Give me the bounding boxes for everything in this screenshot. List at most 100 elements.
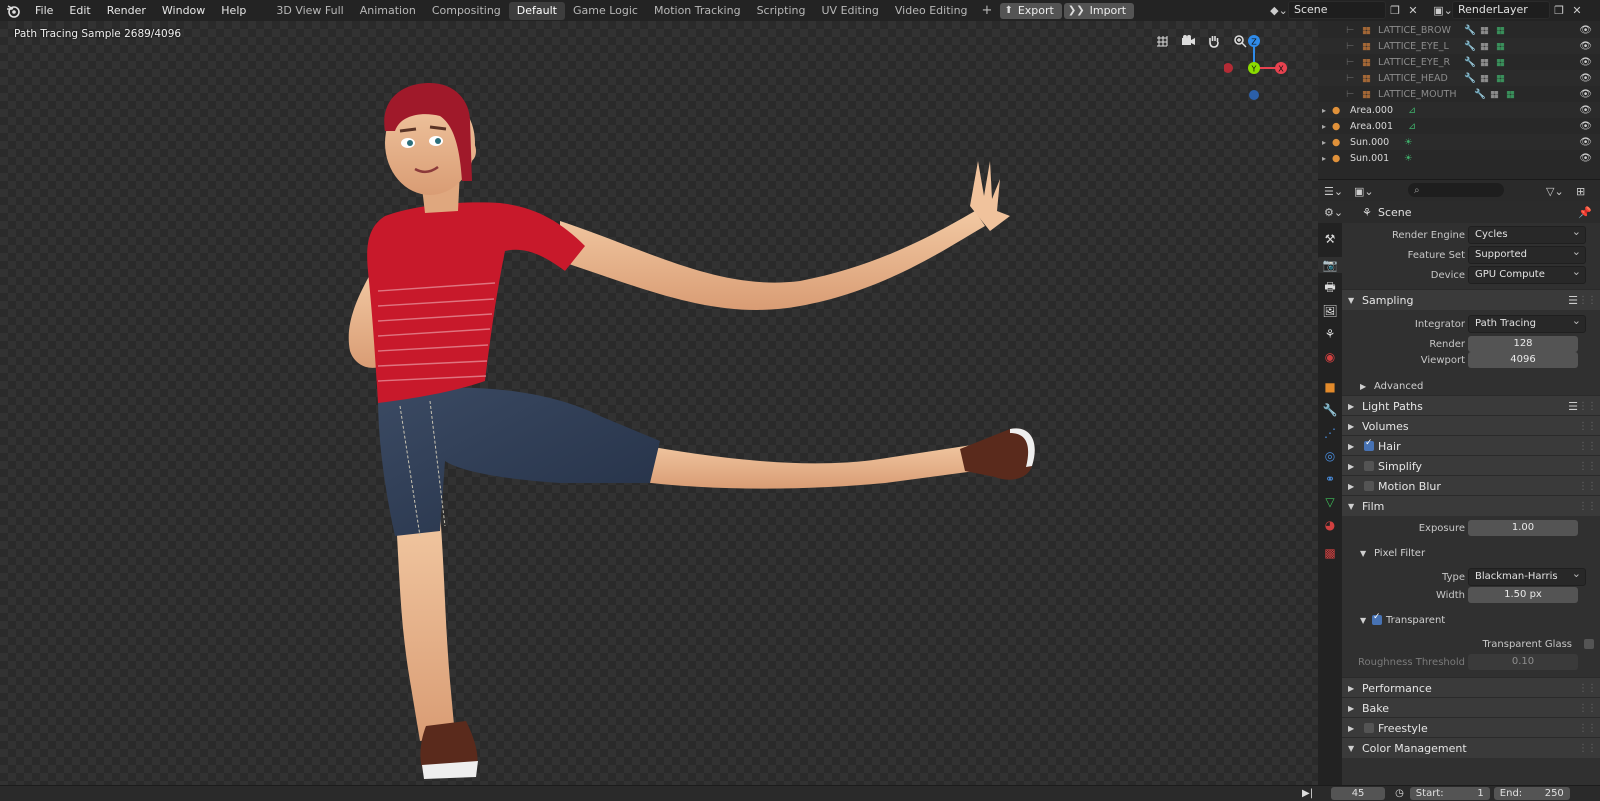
outliner-row[interactable]: ▸ ● Area.001 ⊿ 👁: [1318, 118, 1600, 134]
tab-constraints-icon[interactable]: ⚭: [1322, 471, 1338, 487]
simplify-panel-header[interactable]: ▶ Simplify ⋮⋮: [1342, 455, 1600, 476]
bake-panel-header[interactable]: ▶ Bake ⋮⋮: [1342, 697, 1600, 718]
visibility-eye-icon[interactable]: 👁: [1579, 121, 1592, 132]
tab-motion-tracking[interactable]: Motion Tracking: [646, 2, 749, 20]
freestyle-panel-header[interactable]: ▶ Freestyle ⋮⋮: [1342, 717, 1600, 738]
end-frame-field[interactable]: End: 250: [1493, 787, 1570, 800]
visibility-eye-icon[interactable]: 👁: [1579, 57, 1592, 68]
outliner-row[interactable]: ▸ ● Sun.001 ☀ 👁: [1318, 150, 1600, 166]
visibility-eye-icon[interactable]: 👁: [1579, 137, 1592, 148]
motion-blur-panel-header[interactable]: ▶ Motion Blur ⋮⋮: [1342, 475, 1600, 496]
outliner-row[interactable]: ⊢ ▦ LATTICE_MOUTH 🔧 ▦ ▦ 👁: [1318, 86, 1600, 102]
drag-grip-icon[interactable]: ⋮⋮: [1578, 461, 1597, 472]
tab-game-logic[interactable]: Game Logic: [565, 2, 646, 20]
tab-default[interactable]: Default: [508, 1, 565, 20]
add-workspace-button[interactable]: +: [976, 3, 999, 18]
outliner-row[interactable]: ⊢ ▦ LATTICE_HEAD 🔧 ▦ ▦ 👁: [1318, 70, 1600, 86]
editor-type-icon[interactable]: ☰⌄: [1324, 185, 1343, 198]
tab-tool-icon[interactable]: ⚒: [1322, 231, 1338, 247]
tab-object-icon[interactable]: ■: [1322, 379, 1338, 395]
current-frame-field[interactable]: 45: [1331, 787, 1386, 800]
simplify-checkbox[interactable]: [1364, 461, 1374, 471]
drag-grip-icon[interactable]: ⋮⋮: [1578, 501, 1597, 512]
menu-file[interactable]: File: [27, 0, 61, 21]
feature-set-dropdown[interactable]: Supported: [1468, 244, 1586, 264]
display-mode-icon[interactable]: ▣⌄: [1354, 185, 1374, 198]
3d-viewport[interactable]: Path Tracing Sample 2689/4096 Z X Y: [0, 21, 1318, 785]
tab-texture-icon[interactable]: ▩: [1322, 545, 1338, 561]
tab-physics-icon[interactable]: ◎: [1322, 448, 1338, 464]
visibility-eye-icon[interactable]: 👁: [1579, 73, 1592, 84]
menu-window[interactable]: Window: [154, 0, 213, 21]
tab-compositing[interactable]: Compositing: [424, 2, 509, 20]
visibility-eye-icon[interactable]: 👁: [1579, 41, 1592, 52]
expand-arrow-icon[interactable]: ▸: [1322, 106, 1326, 115]
pixel-filter-subpanel-header[interactable]: ▼ Pixel Filter: [1342, 543, 1600, 563]
drag-grip-icon[interactable]: ⋮⋮: [1578, 743, 1597, 754]
color-management-panel-header[interactable]: ▼ Color Management ⋮⋮: [1342, 737, 1600, 758]
visibility-eye-icon[interactable]: 👁: [1579, 105, 1592, 116]
tab-modifier-icon[interactable]: 🔧: [1322, 402, 1338, 418]
light-paths-panel-header[interactable]: ▶ Light Paths ☰ ⋮⋮: [1342, 395, 1600, 416]
visibility-eye-icon[interactable]: 👁: [1579, 25, 1592, 36]
blender-logo-icon[interactable]: [5, 3, 21, 19]
tab-material-icon[interactable]: ◕: [1322, 517, 1338, 533]
outliner-row[interactable]: ▸ ● Sun.000 ☀ 👁: [1318, 134, 1600, 150]
sampling-panel-header[interactable]: ▼ Sampling ☰ ⋮⋮: [1342, 289, 1600, 310]
outliner-row[interactable]: ⊢ ▦ LATTICE_BROW 🔧 ▦ ▦ 👁: [1318, 22, 1600, 38]
drag-grip-icon[interactable]: ⋮⋮: [1578, 401, 1597, 412]
menu-help[interactable]: Help: [213, 0, 254, 21]
drag-grip-icon[interactable]: ⋮⋮: [1578, 441, 1597, 452]
drag-grip-icon[interactable]: ⋮⋮: [1578, 703, 1597, 714]
roughness-threshold-field[interactable]: 0.10: [1468, 654, 1578, 670]
tab-world-icon[interactable]: ◉: [1322, 349, 1338, 365]
drag-grip-icon[interactable]: ⋮⋮: [1578, 295, 1597, 306]
scene-icon[interactable]: ◆⌄: [1270, 2, 1288, 18]
tab-render-icon[interactable]: 📷: [1318, 257, 1342, 273]
freestyle-checkbox[interactable]: [1364, 723, 1374, 733]
visibility-eye-icon[interactable]: 👁: [1579, 153, 1592, 164]
drag-grip-icon[interactable]: ⋮⋮: [1578, 683, 1597, 694]
navigation-gizmo[interactable]: Z X Y: [1224, 27, 1304, 117]
grid-toggle-icon[interactable]: [1152, 31, 1172, 51]
advanced-subpanel-header[interactable]: ▶ Advanced: [1342, 376, 1600, 396]
tab-data-icon[interactable]: ▽: [1322, 494, 1338, 510]
device-dropdown[interactable]: GPU Compute: [1468, 264, 1586, 284]
filter-icon[interactable]: ▽⌄: [1546, 185, 1564, 198]
integrator-dropdown[interactable]: Path Tracing: [1468, 313, 1586, 333]
tab-view-layer-icon[interactable]: 🖼: [1322, 303, 1338, 319]
drag-grip-icon[interactable]: ⋮⋮: [1578, 481, 1597, 492]
pan-hand-icon[interactable]: [1204, 31, 1224, 51]
new-view-layer-icon[interactable]: ❐: [1550, 2, 1568, 18]
camera-view-icon[interactable]: [1178, 31, 1198, 51]
tab-scene-icon[interactable]: ⚘: [1322, 326, 1338, 342]
new-scene-icon[interactable]: ❐: [1386, 2, 1404, 18]
transparent-checkbox[interactable]: [1372, 612, 1382, 625]
tab-3d-view-full[interactable]: 3D View Full: [268, 2, 351, 20]
motion-blur-checkbox[interactable]: [1364, 481, 1374, 491]
play-button-icon[interactable]: ▶|: [1302, 788, 1313, 799]
hair-checkbox[interactable]: [1364, 438, 1374, 451]
drag-grip-icon[interactable]: ⋮⋮: [1578, 723, 1597, 734]
view-layer-icon[interactable]: ▣⌄: [1433, 2, 1453, 18]
gizmo-neg-x-axis[interactable]: [1224, 63, 1233, 73]
delete-scene-icon[interactable]: ✕: [1404, 2, 1422, 18]
outliner-row[interactable]: ▸ ● Area.000 ⊿ 👁: [1318, 102, 1600, 118]
gizmo-neg-z-axis[interactable]: [1249, 90, 1259, 100]
outliner-row[interactable]: ⊢ ▦ LATTICE_EYE_R 🔧 ▦ ▦ 👁: [1318, 54, 1600, 70]
expand-arrow-icon[interactable]: ▸: [1322, 138, 1326, 147]
outliner-row[interactable]: ⊢ ▦ LATTICE_EYE_L 🔧 ▦ ▦ 👁: [1318, 38, 1600, 54]
filter-type-dropdown[interactable]: Blackman-Harris: [1468, 566, 1586, 586]
expand-arrow-icon[interactable]: ▸: [1322, 122, 1326, 131]
properties-search-input[interactable]: ⌕: [1408, 183, 1504, 197]
start-frame-field[interactable]: Start: 1: [1409, 787, 1490, 800]
transparent-subpanel-header[interactable]: ▼ Transparent: [1342, 610, 1600, 630]
presets-list-icon[interactable]: ☰: [1568, 400, 1578, 413]
menu-edit[interactable]: Edit: [61, 0, 98, 21]
performance-panel-header[interactable]: ▶ Performance ⋮⋮: [1342, 677, 1600, 698]
tab-uv-editing[interactable]: UV Editing: [814, 2, 887, 20]
volumes-panel-header[interactable]: ▶ Volumes ⋮⋮: [1342, 415, 1600, 436]
tab-scripting[interactable]: Scripting: [749, 2, 814, 20]
tab-particles-icon[interactable]: ⋰: [1322, 425, 1338, 441]
menu-render[interactable]: Render: [99, 0, 154, 21]
